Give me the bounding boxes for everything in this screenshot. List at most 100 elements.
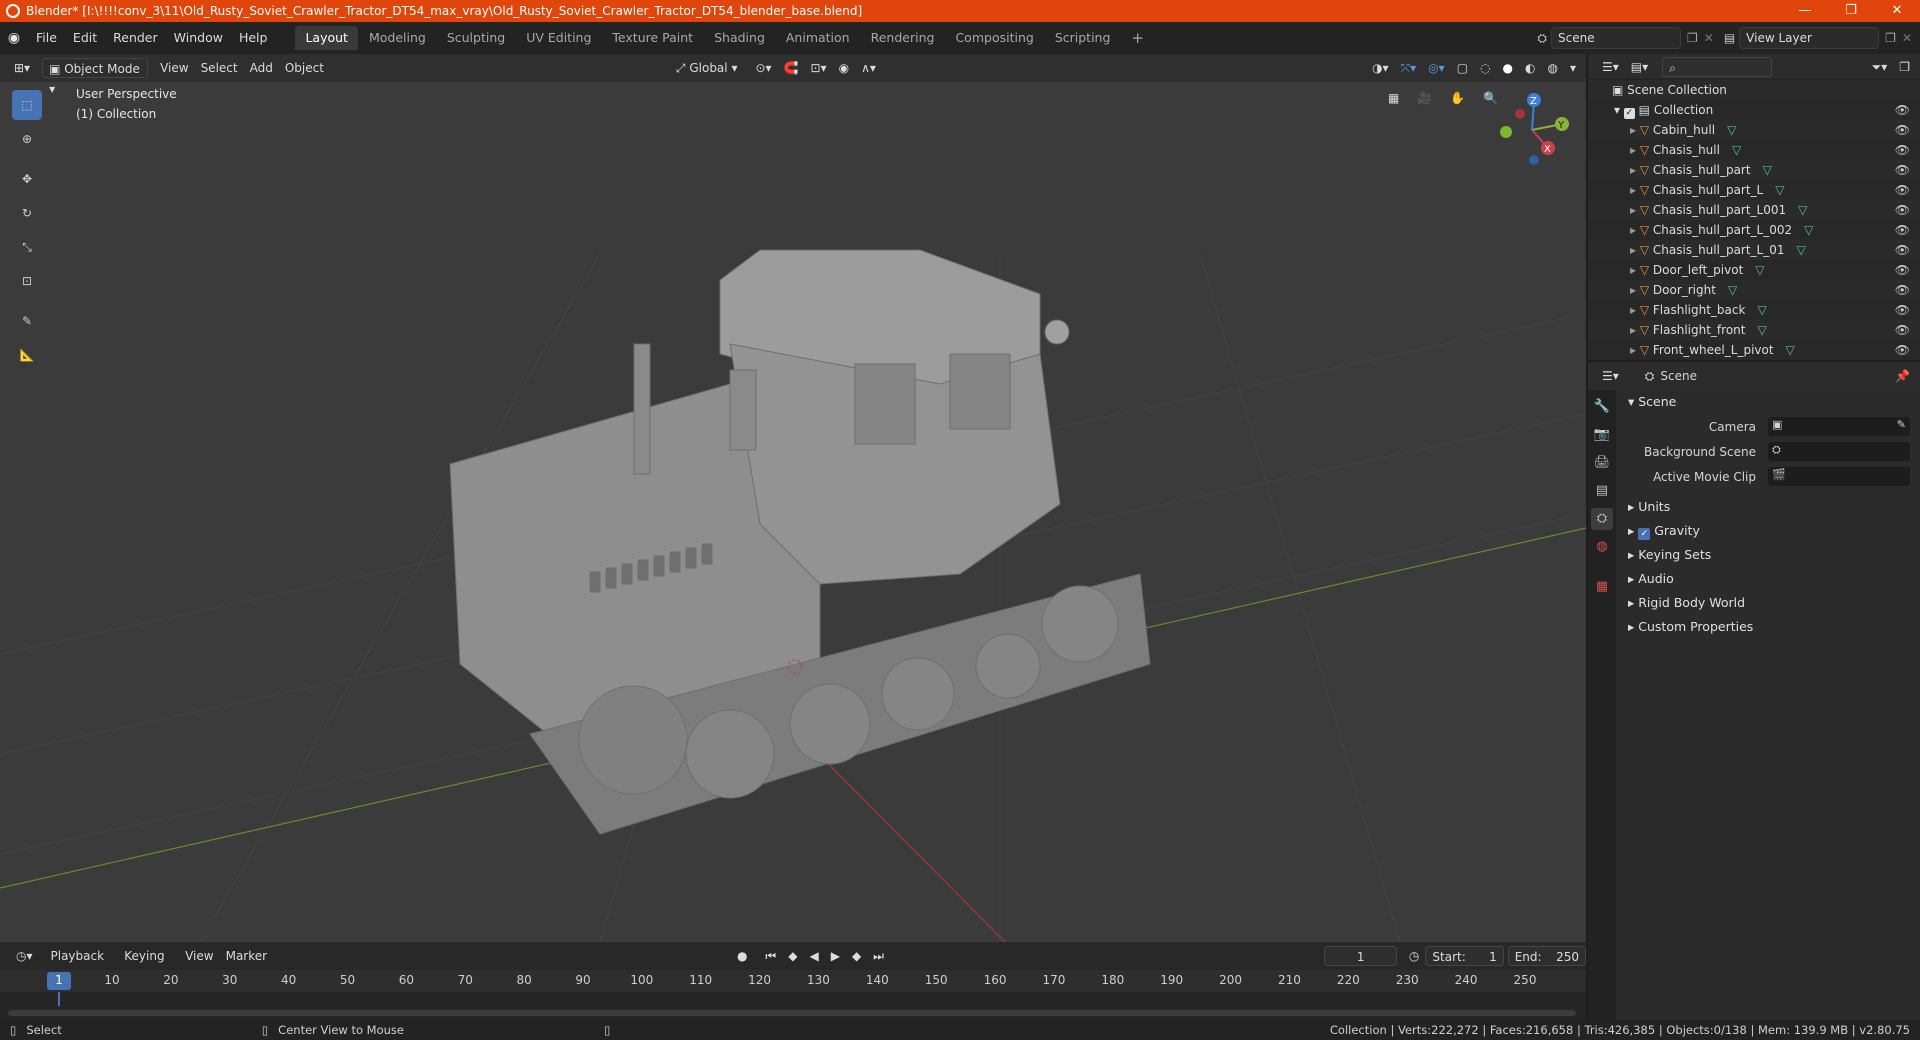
new-scene-icon[interactable]: ❐: [1687, 31, 1698, 45]
play-reverse-icon[interactable]: ◀: [803, 946, 824, 966]
outliner-item[interactable]: ▸ ▽ Door_right ▽ 👁: [1588, 280, 1920, 300]
view-layer-selector[interactable]: View Layer: [1739, 27, 1880, 49]
mode-selector[interactable]: ▣ Object Mode ▾: [42, 58, 149, 96]
expand-arrow-icon[interactable]: ▸: [1630, 163, 1640, 177]
start-frame-field[interactable]: Start: 1: [1425, 946, 1504, 966]
filter-icon[interactable]: ⏷▾: [1866, 57, 1894, 77]
new-collection-icon[interactable]: ❐: [1893, 57, 1916, 77]
tab-compositing[interactable]: Compositing: [945, 26, 1043, 50]
menu-file[interactable]: File: [28, 22, 65, 54]
view-layer-tab-icon[interactable]: ▤: [1591, 480, 1613, 502]
tab-modeling[interactable]: Modeling: [359, 26, 436, 50]
outliner-item[interactable]: ▸ ▽ Chasis_hull_part_L001 ▽ 👁: [1588, 200, 1920, 220]
custom-properties-panel[interactable]: ▸ Custom Properties: [1618, 615, 1920, 639]
scene-panel-header[interactable]: ▾ Scene: [1618, 390, 1920, 414]
blender-menu-icon[interactable]: ◉: [0, 30, 28, 46]
rigid-body-world-panel[interactable]: ▸ Rigid Body World: [1618, 591, 1920, 615]
visibility-eye-icon[interactable]: 👁: [1895, 140, 1910, 160]
record-icon[interactable]: ●: [731, 946, 753, 966]
keying-sets-panel[interactable]: ▸ Keying Sets: [1618, 543, 1920, 567]
collection-row[interactable]: ▾ ✓ ▤ Collection 👁: [1588, 100, 1920, 120]
falloff-icon[interactable]: ∧▾: [855, 58, 882, 78]
toggle-grid-icon[interactable]: ▦: [1382, 88, 1405, 108]
snap-target-icon[interactable]: ⊡▾: [805, 58, 833, 78]
visibility-eye-icon[interactable]: 👁: [1895, 180, 1910, 200]
visibility-eye-icon[interactable]: 👁: [1895, 300, 1910, 320]
visibility-eye-icon[interactable]: 👁: [1895, 280, 1910, 300]
menu-help[interactable]: Help: [231, 22, 276, 54]
timeline-scrollbar[interactable]: [8, 1010, 1576, 1016]
outliner-item[interactable]: ▸ ▽ Flashlight_front ▽ 👁: [1588, 320, 1920, 340]
current-frame-field[interactable]: 1: [1324, 946, 1397, 966]
menu-add[interactable]: Add: [244, 58, 279, 78]
background-scene-input[interactable]: ⛭: [1768, 442, 1910, 461]
expand-arrow-icon[interactable]: ▸: [1630, 323, 1640, 337]
tab-animation[interactable]: Animation: [776, 26, 860, 50]
outliner-search-input[interactable]: ⌕: [1662, 56, 1773, 77]
editor-type-icon[interactable]: ⊞▾: [8, 58, 36, 78]
add-workspace-button[interactable]: +: [1121, 26, 1154, 50]
menu-object[interactable]: Object: [279, 58, 330, 78]
tab-layout[interactable]: Layout: [295, 26, 358, 50]
collapse-arrow-icon[interactable]: ▾: [1614, 103, 1624, 117]
visibility-eye-icon[interactable]: 👁: [1895, 260, 1910, 280]
render-tab-icon[interactable]: 📷: [1591, 424, 1613, 446]
expand-arrow-icon[interactable]: ▸: [1630, 243, 1640, 257]
shading-options-icon[interactable]: ▾: [1564, 58, 1582, 78]
jump-end-icon[interactable]: ⏭: [867, 946, 890, 966]
prev-keyframe-icon[interactable]: ◆: [782, 946, 803, 966]
expand-arrow-icon[interactable]: ▸: [1630, 263, 1640, 277]
gravity-panel[interactable]: ▸ ✓ Gravity: [1618, 519, 1920, 543]
transform-tool-icon[interactable]: ⊡: [12, 266, 42, 296]
menu-window[interactable]: Window: [166, 22, 231, 54]
outliner-item[interactable]: ▸ ▽ Cabin_hull ▽ 👁: [1588, 120, 1920, 140]
cursor-tool-icon[interactable]: ⊕: [12, 124, 42, 154]
menu-view-timeline[interactable]: View: [179, 946, 219, 966]
3d-viewport[interactable]: ⊞▾ ▣ Object Mode ▾ View Select Add Objec…: [0, 54, 1586, 942]
navigation-gizmo[interactable]: Z Y X: [1490, 84, 1580, 174]
shading-material-icon[interactable]: ◐: [1519, 58, 1541, 78]
overlay-toggle-icon[interactable]: ◎▾: [1422, 58, 1451, 78]
annotate-tool-icon[interactable]: ✎: [12, 306, 42, 336]
tab-shading[interactable]: Shading: [704, 26, 775, 50]
end-frame-field[interactable]: End: 250: [1507, 946, 1586, 966]
tab-sculpting[interactable]: Sculpting: [437, 26, 515, 50]
delete-view-layer-icon[interactable]: ✕: [1902, 31, 1912, 45]
active-movie-clip-input[interactable]: 🎬: [1768, 467, 1910, 486]
timeline-track[interactable]: [0, 992, 1586, 1020]
expand-arrow-icon[interactable]: ▸: [1630, 143, 1640, 157]
visibility-eye-icon[interactable]: 👁: [1895, 200, 1910, 220]
visibility-eye-icon[interactable]: 👁: [1895, 240, 1910, 260]
tab-scripting[interactable]: Scripting: [1045, 26, 1121, 50]
menu-view[interactable]: View: [154, 58, 194, 78]
outliner-editor-type-icon[interactable]: ☰▾: [1596, 57, 1625, 77]
rotate-tool-icon[interactable]: ↻: [12, 198, 42, 228]
pivot-point-icon[interactable]: ⊙▾: [749, 58, 777, 78]
delete-scene-icon[interactable]: ✕: [1704, 31, 1714, 45]
pan-view-icon[interactable]: ✋: [1444, 88, 1471, 108]
gizmo-neg-y[interactable]: [1500, 126, 1512, 138]
menu-playback[interactable]: Playback ▾: [45, 946, 119, 983]
menu-marker[interactable]: Marker: [220, 946, 273, 966]
outliner-item[interactable]: ▸ ▽ Front_wheel_L_pivot ▽ 👁: [1588, 340, 1920, 360]
gravity-checkbox[interactable]: ✓: [1638, 528, 1651, 540]
menu-select[interactable]: Select: [195, 58, 244, 78]
timeline-ruler[interactable]: 1 10 20 30 40 50 60 70 80 90 100 110 120 130 140 150 160…: [0, 970, 1586, 992]
collection-checkbox[interactable]: ✓: [1623, 108, 1635, 119]
gizmo-neg-x[interactable]: [1515, 109, 1525, 119]
outliner-item[interactable]: ▸ ▽ Chasis_hull_part_L ▽ 👁: [1588, 180, 1920, 200]
visibility-eye-icon[interactable]: 👁: [1895, 340, 1910, 360]
camera-input[interactable]: ▣ ✎: [1768, 417, 1910, 436]
move-tool-icon[interactable]: ✥: [12, 164, 42, 194]
expand-arrow-icon[interactable]: ▸: [1630, 343, 1640, 357]
units-panel[interactable]: ▸ Units: [1618, 495, 1920, 519]
shading-solid-icon[interactable]: ●: [1497, 58, 1519, 78]
transform-orientation-dropdown[interactable]: ⤢ Global ▾: [670, 58, 744, 78]
eyedropper-icon[interactable]: ✎: [1897, 418, 1906, 431]
world-tab-icon[interactable]: ◍: [1591, 536, 1613, 558]
menu-render[interactable]: Render: [105, 22, 166, 54]
minimize-button[interactable]: —: [1782, 0, 1828, 22]
outliner-item[interactable]: ▸ ▽ Chasis_hull ▽ 👁: [1588, 140, 1920, 160]
visibility-icon[interactable]: ◑▾: [1366, 58, 1395, 78]
visibility-eye-icon[interactable]: 👁: [1895, 220, 1910, 240]
